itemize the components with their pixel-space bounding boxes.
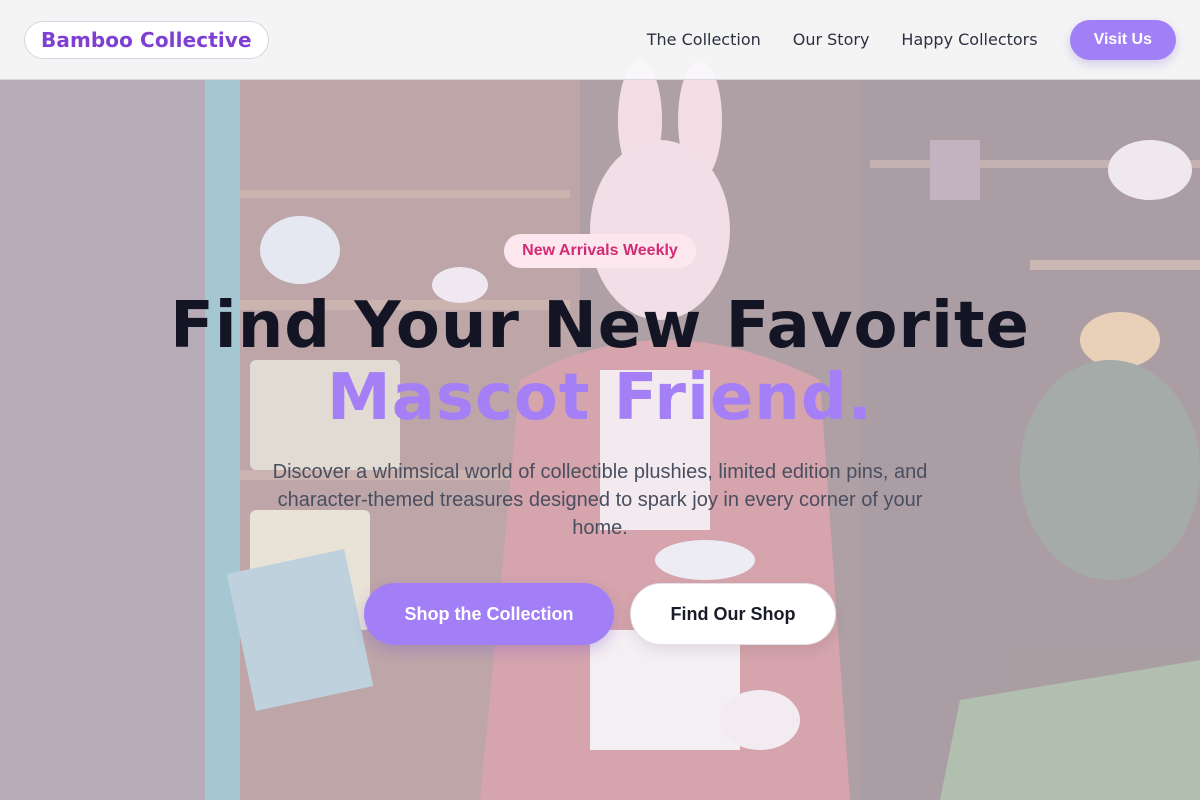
nav-link-the-collection[interactable]: The Collection — [647, 30, 761, 49]
new-arrivals-badge: New Arrivals Weekly — [504, 234, 696, 268]
nav-link-happy-collectors[interactable]: Happy Collectors — [901, 30, 1037, 49]
hero-title-line1: Find Your New Favorite — [170, 289, 1030, 363]
shop-collection-button[interactable]: Shop the Collection — [364, 583, 614, 645]
nav-link-our-story[interactable]: Our Story — [793, 30, 870, 49]
find-shop-button[interactable]: Find Our Shop — [630, 583, 836, 645]
site-header: Bamboo Collective The Collection Our Sto… — [0, 0, 1200, 80]
hero-description: Discover a whimsical world of collectibl… — [272, 461, 928, 539]
main-nav: The Collection Our Story Happy Collector… — [647, 19, 1176, 60]
hero-title-accent: Mascot Friend. — [327, 361, 873, 435]
hero-section: New Arrivals Weekly Find Your New Favori… — [0, 80, 1200, 800]
hero-title: Find Your New Favorite Mascot Friend. — [0, 290, 1200, 434]
visit-us-button[interactable]: Visit Us — [1069, 19, 1176, 60]
brand-logo[interactable]: Bamboo Collective — [24, 20, 269, 59]
